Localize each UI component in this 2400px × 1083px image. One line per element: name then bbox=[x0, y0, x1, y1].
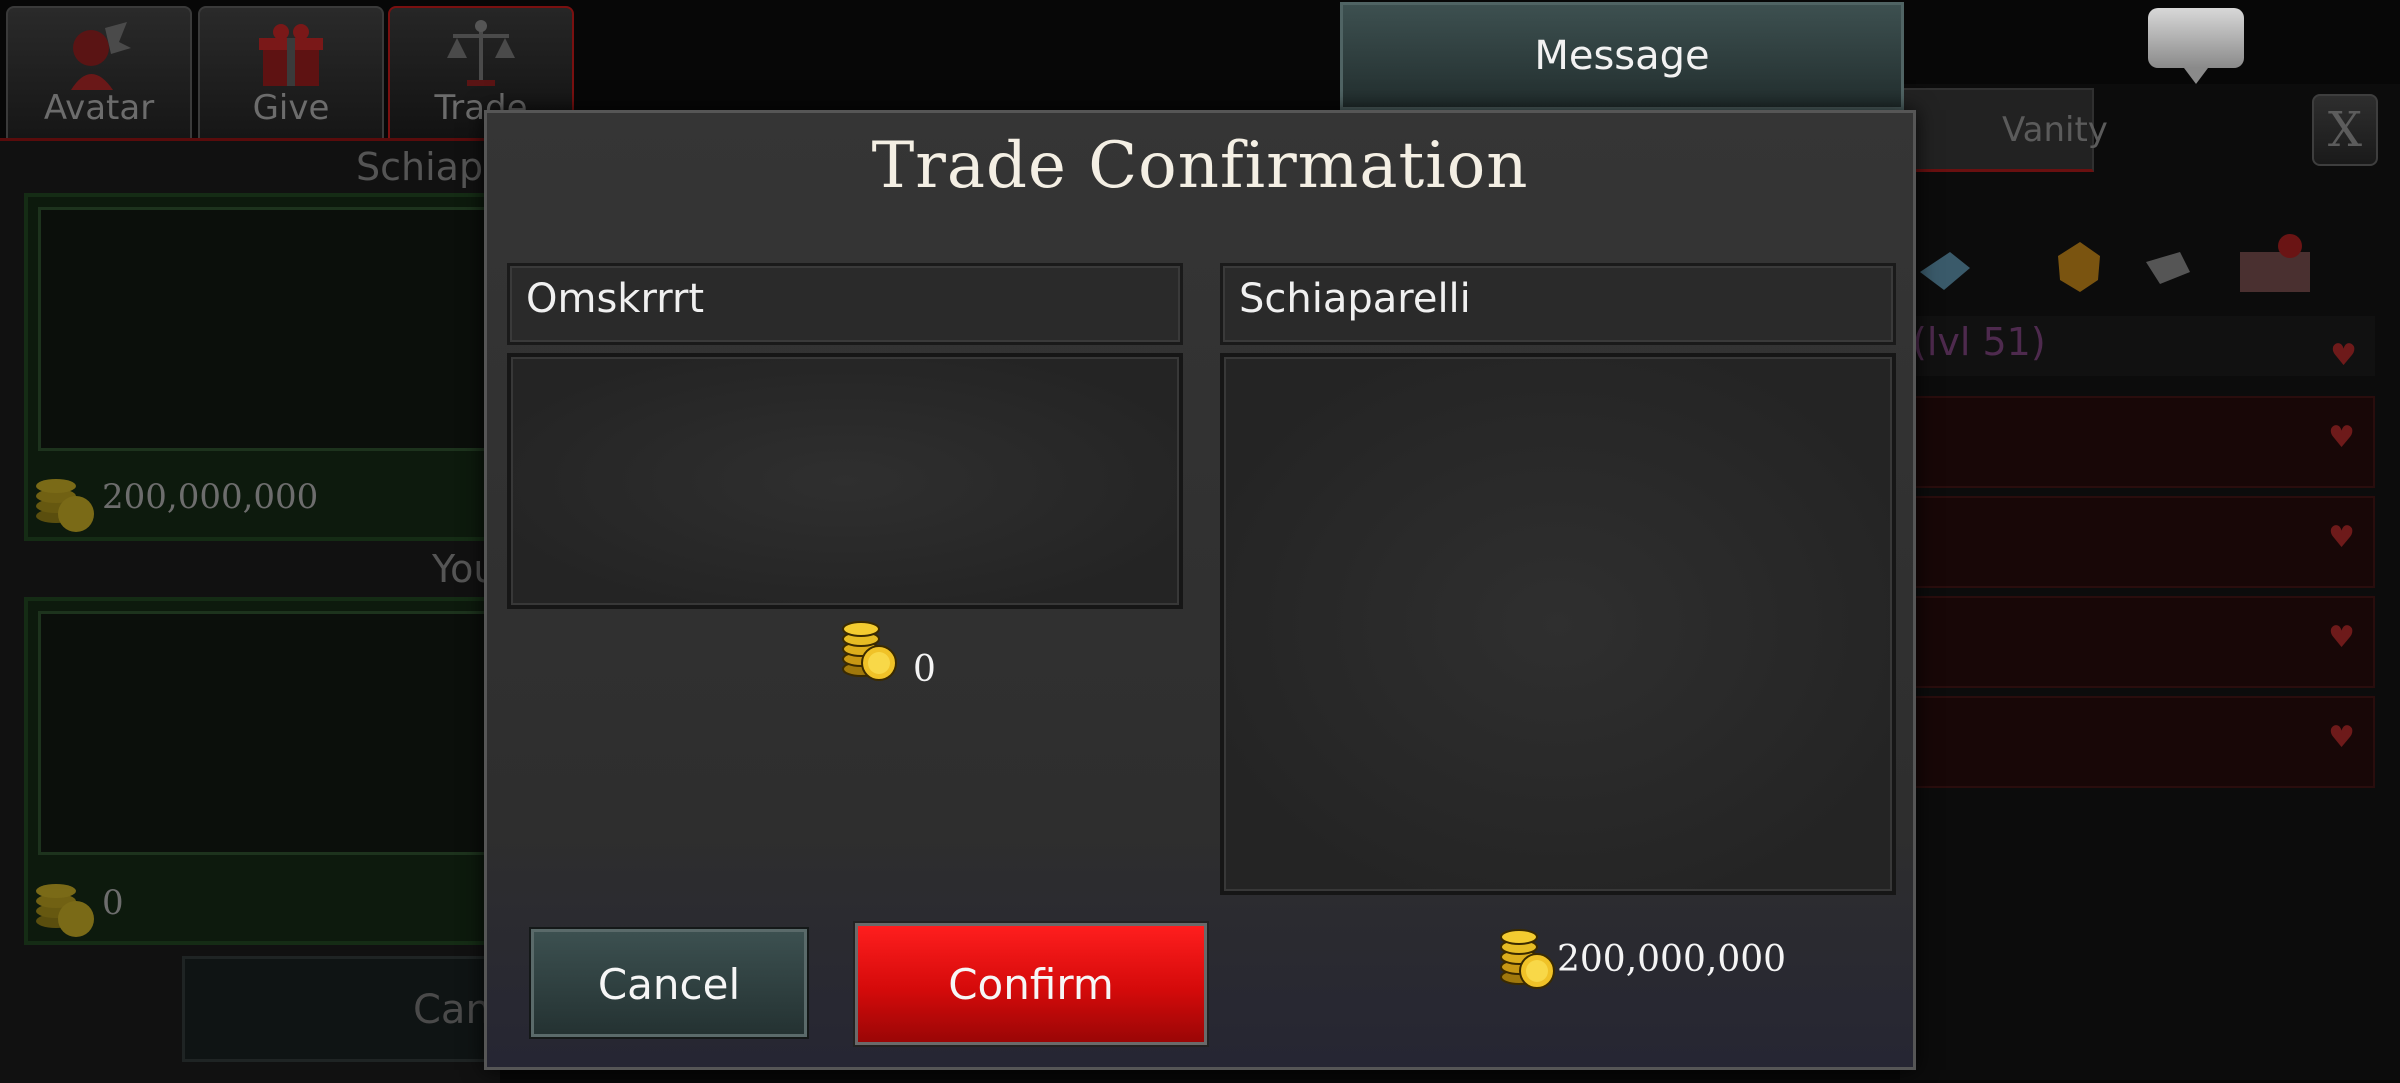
right-coin-amount: 200,000,000 bbox=[1557, 939, 1787, 980]
background-trade-panel: Schiaparelli 200,000,000 You 0 bbox=[0, 138, 576, 1083]
gift-icon bbox=[259, 24, 323, 86]
bg-partner-coins: 200,000,000 bbox=[102, 477, 319, 517]
left-coin-amount: 0 bbox=[913, 649, 936, 690]
heart-icon[interactable]: ♥ bbox=[2328, 720, 2355, 755]
anvil-icon bbox=[2146, 252, 2190, 284]
heart-icon[interactable]: ♥ bbox=[2330, 338, 2357, 373]
close-button[interactable]: X bbox=[2312, 94, 2378, 166]
level-text: (lvl 51) bbox=[1912, 320, 2046, 364]
coins-icon bbox=[36, 884, 94, 937]
dialog-title: Trade Confirmation bbox=[871, 129, 1529, 203]
list-item[interactable]: ♥ bbox=[1900, 396, 2375, 488]
left-player-namebar: Omskrrrt bbox=[507, 263, 1183, 345]
left-items-box bbox=[507, 353, 1183, 609]
tab-vanity[interactable]: Vanity bbox=[1900, 88, 2108, 172]
cancel-button-label: Cancel bbox=[597, 960, 741, 1009]
bg-partner-items bbox=[38, 207, 496, 451]
tab-avatar-label: Avatar bbox=[43, 88, 155, 128]
chat-bubble-icon[interactable] bbox=[2148, 8, 2244, 84]
right-player-name: Schiaparelli bbox=[1239, 276, 1471, 322]
right-player-namebar: Schiaparelli bbox=[1220, 263, 1896, 345]
tab-vanity-label: Vanity bbox=[2002, 110, 2108, 150]
tab-give-label: Give bbox=[252, 88, 330, 128]
side-level-row[interactable]: (lvl 51) ♥ bbox=[1900, 316, 2375, 376]
chest-icon bbox=[2240, 252, 2310, 292]
bg-your-items bbox=[38, 611, 496, 855]
bg-your-coins: 0 bbox=[102, 883, 124, 923]
bg-cancel-button[interactable]: Cancel bbox=[182, 956, 549, 1062]
avatar-icon bbox=[71, 22, 131, 90]
tab-avatar[interactable]: Avatar bbox=[6, 6, 192, 138]
coins-icon bbox=[1500, 929, 1555, 989]
category-icons-row bbox=[1920, 234, 2310, 292]
trade-confirmation-dialog: Trade Confirmation Omskrrrt 0 Schiaparel… bbox=[484, 110, 1916, 1070]
gem-icon bbox=[2058, 242, 2100, 292]
left-player-name: Omskrrrt bbox=[526, 276, 705, 322]
list-item[interactable]: ♥ bbox=[1900, 696, 2375, 788]
right-items-box bbox=[1220, 353, 1896, 895]
list-item[interactable]: ♥ bbox=[1900, 596, 2375, 688]
confirm-button-label: Confirm bbox=[948, 960, 1114, 1009]
list-item[interactable]: ♥ bbox=[1900, 496, 2375, 588]
coins-icon bbox=[842, 621, 897, 681]
tab-give[interactable]: Give bbox=[198, 6, 384, 138]
heart-icon[interactable]: ♥ bbox=[2328, 520, 2355, 555]
close-label: X bbox=[2327, 102, 2363, 158]
heart-icon[interactable]: ♥ bbox=[2328, 420, 2355, 455]
coins-icon bbox=[36, 479, 94, 532]
message-button-label: Message bbox=[1534, 33, 1710, 79]
cancel-button[interactable]: Cancel bbox=[531, 929, 807, 1037]
diamond-icon bbox=[1920, 252, 1970, 290]
confirm-button[interactable]: Confirm bbox=[855, 923, 1207, 1045]
scales-icon bbox=[447, 20, 515, 86]
heart-icon[interactable]: ♥ bbox=[2328, 620, 2355, 655]
message-button[interactable]: Message bbox=[1340, 2, 1904, 110]
